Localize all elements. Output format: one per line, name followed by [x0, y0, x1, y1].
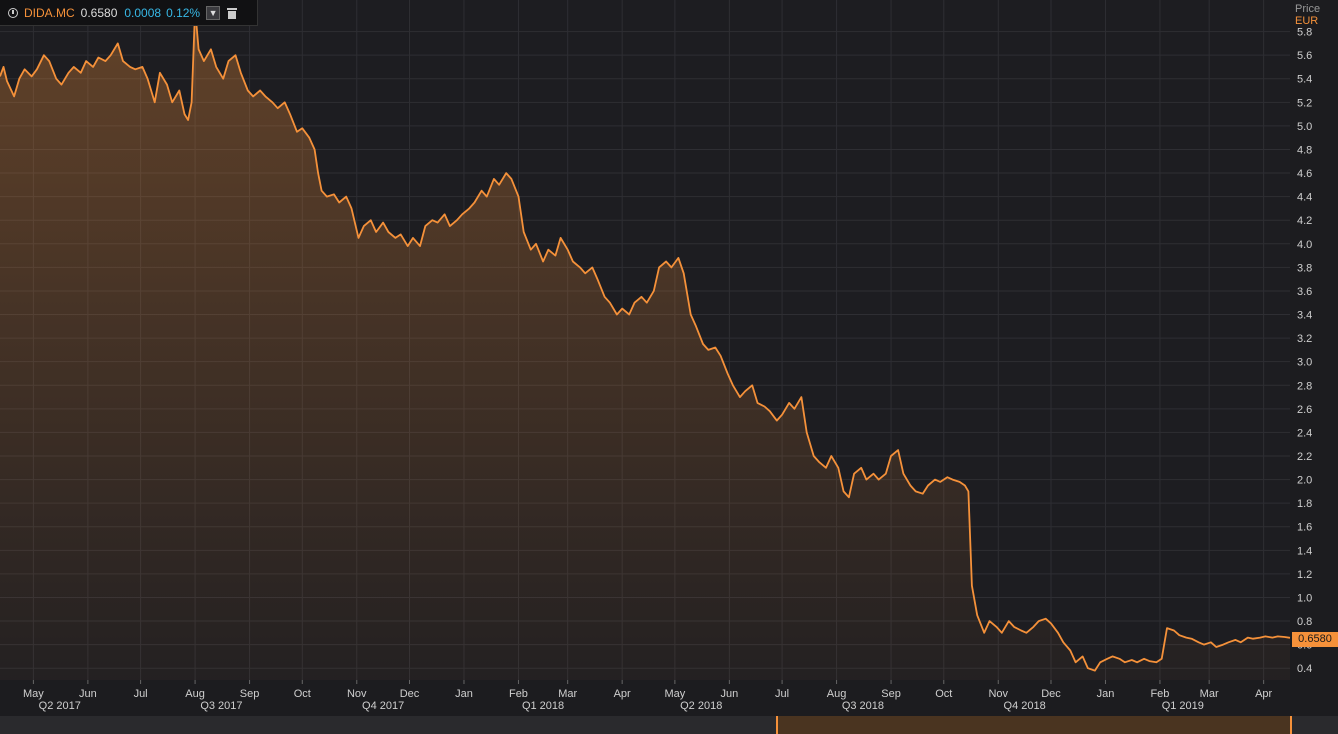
y-tick-label: 3.6: [1297, 286, 1312, 298]
x-month-label: May: [664, 688, 685, 700]
y-tick-label: 4.2: [1297, 215, 1312, 227]
y-tick-label: 2.2: [1297, 451, 1312, 463]
last-price: 0.6580: [80, 5, 118, 20]
price-change: 0.0008: [124, 5, 162, 20]
x-month-label: Sep: [881, 688, 901, 700]
x-quarter-label: Q1 2018: [522, 700, 564, 712]
y-tick-label: 2.4: [1297, 427, 1312, 439]
chart-plot-area[interactable]: 0.40.60.81.01.21.41.61.82.02.22.42.62.83…: [0, 0, 1312, 712]
y-tick-label: 5.2: [1297, 97, 1312, 109]
dropdown-icon[interactable]: ▼: [206, 5, 221, 20]
y-tick-label: 0.8: [1297, 616, 1312, 628]
y-tick-label: 5.0: [1297, 121, 1312, 133]
instrument-symbol[interactable]: DIDA.MC: [24, 6, 75, 20]
y-axis: 0.40.60.81.01.21.41.61.82.02.22.42.62.83…: [1297, 27, 1312, 676]
y-tick-label: 5.6: [1297, 50, 1312, 62]
x-quarter-label: Q2 2018: [680, 700, 722, 712]
y-tick-label: 1.6: [1297, 522, 1312, 534]
x-month-label: Jan: [455, 688, 473, 700]
price-area-fill: [0, 9, 1290, 680]
x-month-label: Jul: [775, 688, 789, 700]
x-month-label: Sep: [240, 688, 260, 700]
price-area: [0, 8, 1291, 680]
x-month-label: Jul: [134, 688, 148, 700]
x-axis: May Jun Jul Aug Sep Oct Nov Dec Jan Feb Mar Apr May J…: [23, 680, 1273, 712]
x-month-label: Nov: [988, 688, 1008, 700]
x-month-label: Mar: [558, 688, 577, 700]
x-month-label: Nov: [347, 688, 367, 700]
x-month-label: Mar: [1200, 688, 1219, 700]
y-tick-label: 4.6: [1297, 168, 1312, 180]
y-tick-label: 1.4: [1297, 545, 1312, 557]
x-month-label: Oct: [935, 688, 952, 700]
x-month-label: Jun: [720, 688, 738, 700]
y-tick-label: 1.8: [1297, 498, 1312, 510]
x-quarter-label: Q4 2018: [1004, 700, 1046, 712]
x-month-label: Jan: [1097, 688, 1115, 700]
price-change-percent: 0.12%: [166, 5, 201, 20]
x-month-label: Aug: [827, 688, 847, 700]
y-tick-label: 2.6: [1297, 404, 1312, 416]
price-chart[interactable]: 0.40.60.81.01.21.41.61.82.02.22.42.62.83…: [0, 0, 1338, 716]
y-tick-label: 3.4: [1297, 310, 1312, 322]
y-tick-label: 2.0: [1297, 475, 1312, 487]
x-month-label: Feb: [509, 688, 528, 700]
y-tick-label: 3.2: [1297, 333, 1312, 345]
x-month-label: Aug: [185, 688, 205, 700]
y-tick-label: 1.2: [1297, 569, 1312, 581]
y-tick-label: 5.4: [1297, 74, 1312, 86]
x-month-label: Jun: [79, 688, 97, 700]
trash-icon[interactable]: [225, 6, 239, 20]
axis-currency-label: EUR: [1295, 15, 1319, 27]
x-month-label: Apr: [1255, 688, 1272, 700]
y-tick-label: 4.4: [1297, 192, 1312, 204]
y-tick-label: 5.8: [1297, 27, 1312, 39]
y-tick-label: 1.0: [1297, 592, 1312, 604]
y-tick-label: 4.0: [1297, 239, 1312, 251]
navigator-selection[interactable]: [776, 716, 1292, 734]
last-price-tag: 0.6580: [1292, 632, 1338, 647]
x-month-label: Oct: [294, 688, 311, 700]
x-quarter-label: Q2 2017: [39, 700, 81, 712]
x-month-label: Apr: [614, 688, 631, 700]
x-month-label: Dec: [1041, 688, 1061, 700]
x-month-label: May: [23, 688, 44, 700]
y-tick-label: 4.8: [1297, 144, 1312, 156]
x-quarter-label: Q4 2017: [362, 700, 404, 712]
axis-unit-label: Price: [1295, 3, 1321, 15]
instrument-legend[interactable]: DIDA.MC 0.6580 0.0008 0.12% ▼: [0, 0, 258, 26]
y-tick-label: 3.8: [1297, 262, 1312, 274]
y-tick-label: 0.4: [1297, 663, 1312, 675]
clock-icon[interactable]: [8, 7, 18, 18]
y-tick-label: 3.0: [1297, 357, 1312, 369]
x-quarter-label: Q3 2017: [200, 700, 242, 712]
x-quarter-label: Q3 2018: [842, 700, 884, 712]
x-month-label: Feb: [1150, 688, 1169, 700]
x-month-label: Dec: [400, 688, 420, 700]
x-quarter-label: Q1 2019: [1162, 700, 1204, 712]
y-tick-label: 2.8: [1297, 380, 1312, 392]
